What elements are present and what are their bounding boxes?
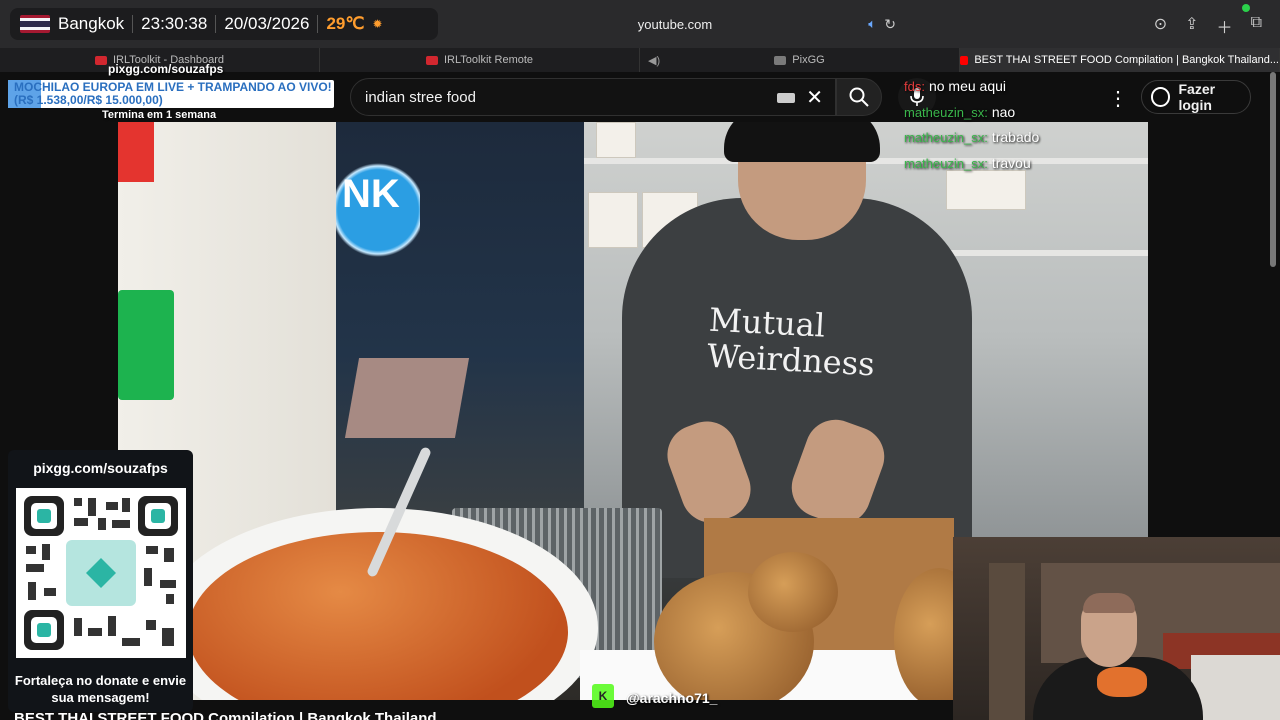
qr-code xyxy=(16,488,186,658)
address-text: youtube.com xyxy=(637,16,713,32)
pixgg-favicon-icon xyxy=(774,55,787,65)
more-options-icon[interactable]: ⋮ xyxy=(1108,86,1128,111)
camera-indicator-icon xyxy=(1242,4,1250,12)
tab-irltoolkit-remote[interactable]: IRLToolkit Remote xyxy=(320,48,640,72)
kick-logo-icon: K xyxy=(592,684,614,708)
video-title: BEST THAI STREET FOOD Compilation | Bang… xyxy=(14,710,437,720)
bed xyxy=(1191,655,1280,720)
close-icon[interactable]: ✕ xyxy=(806,85,823,110)
chat-message: fds: no meu aqui xyxy=(904,78,1104,104)
chair xyxy=(344,358,470,438)
tab-pixgg[interactable]: ◀) PixGG xyxy=(640,48,960,72)
shop-sign-text: NK xyxy=(342,172,400,216)
qr-url: pixgg.com/souzafps xyxy=(33,460,168,476)
keyboard-icon[interactable] xyxy=(777,93,795,103)
chat-user: matheuzin_sx: xyxy=(904,155,988,171)
speaker-icon[interactable]: ◀) xyxy=(648,54,660,67)
room-door xyxy=(989,563,1025,720)
search-button[interactable] xyxy=(836,78,882,116)
qr-caption: Fortaleça no donate e envie sua mensagem… xyxy=(14,673,187,705)
chat-overlay: fds: no meu aqui matheuzin_sx: nao matheuz… xyxy=(904,78,1104,180)
login-label: Fazer login xyxy=(1178,81,1216,113)
irltoolkit-favicon-icon xyxy=(425,55,438,65)
chat-text: no meu aqui xyxy=(928,78,1007,94)
shirt-line-2: Weirdness xyxy=(706,336,876,384)
fried-roll xyxy=(748,552,838,632)
grab-food-logo xyxy=(118,290,174,400)
search-icon xyxy=(849,87,869,107)
tab-label: IRLToolkit Remote xyxy=(443,54,534,66)
chat-text: nao xyxy=(991,103,1016,120)
vendor-hair xyxy=(724,122,880,162)
donation-goal-bar: MOCHILAO EUROPA EM LIVE + TRAMPANDO AO V… xyxy=(8,80,334,108)
irltoolkit-favicon-icon xyxy=(94,55,107,65)
chat-text: trabado xyxy=(991,129,1040,145)
tab-label: PixGG xyxy=(792,54,825,66)
chat-message: matheuzin_sx: travou xyxy=(904,155,1104,181)
share-icon[interactable]: ⇪ xyxy=(1185,14,1198,38)
account-icon xyxy=(1151,87,1171,107)
box xyxy=(588,192,638,248)
webcam-overlay xyxy=(953,537,1280,720)
hud-divider xyxy=(317,15,319,33)
tabs-overview-icon[interactable]: ⧉ xyxy=(1251,14,1262,38)
download-icon[interactable]: ⊙ xyxy=(1154,14,1167,38)
search-value: indian stree food xyxy=(365,88,476,106)
browser-toolbar: Bangkok 23:30:38 20/03/2026 29℃ ✹ youtub… xyxy=(0,0,1280,48)
new-tab-icon[interactable]: ＋ xyxy=(1217,14,1233,38)
browser-actions: ⊙ ⇪ ＋ ⧉ xyxy=(1154,14,1262,38)
page-scrollbar[interactable] xyxy=(1270,72,1276,267)
kick-handle: @arachno71_ xyxy=(626,690,718,706)
donation-url: pixgg.com/souzafps xyxy=(108,62,224,76)
donation-goal-end: Termina em 1 semana xyxy=(102,109,217,121)
hud-temperature: 29℃ xyxy=(326,14,365,33)
hud-time: 23:30:38 xyxy=(141,14,208,33)
streamer-shirt-print xyxy=(1097,667,1147,697)
donation-goal-title: MOCHILAO EUROPA EM LIVE + TRAMPANDO AO V… xyxy=(14,80,332,107)
chat-user: matheuzin_sx: xyxy=(904,104,988,120)
speaker-icon[interactable]: 🔈︎ xyxy=(868,16,876,32)
qr-code-graphic xyxy=(16,488,186,658)
hud-date: 20/03/2026 xyxy=(224,14,310,33)
login-button[interactable]: Fazer login xyxy=(1141,80,1251,114)
shop-sign: NK xyxy=(336,150,420,270)
thailand-flag-icon xyxy=(20,15,50,33)
shirt-print: Mutual Weirdness xyxy=(706,301,877,384)
reload-icon[interactable]: ↻ xyxy=(884,16,896,33)
screen: Bangkok 23:30:38 20/03/2026 29℃ ✹ youtub… xyxy=(0,0,1280,720)
youtube-favicon-icon xyxy=(960,55,969,65)
hud-divider xyxy=(132,15,134,33)
qr-donation-panel: pixgg.com/souzafps Fortaleça no donate e… xyxy=(8,450,193,712)
tab-label: BEST THAI STREET FOOD Compilation | Bang… xyxy=(974,54,1279,66)
food-delivery-logo xyxy=(118,122,154,182)
chat-user: fds: xyxy=(904,79,925,94)
chat-message: matheuzin_sx: trabado xyxy=(904,129,1104,155)
hud-divider xyxy=(215,15,217,33)
stream-hud: Bangkok 23:30:38 20/03/2026 29℃ ✹ xyxy=(10,8,438,40)
sun-icon: ✹ xyxy=(372,17,383,31)
hud-city: Bangkok xyxy=(58,14,125,33)
streamer-cap xyxy=(1083,593,1135,613)
chat-user: matheuzin_sx: xyxy=(904,130,988,145)
chat-message: matheuzin_sx: nao xyxy=(904,104,1104,130)
address-bar[interactable]: youtube.com 🔈︎ ↻ xyxy=(450,8,900,40)
tab-youtube-video[interactable]: BEST THAI STREET FOOD Compilation | Bang… xyxy=(960,48,1280,72)
chat-text: travou xyxy=(991,154,1031,171)
search-input[interactable]: indian stree food ✕ xyxy=(350,78,836,116)
box xyxy=(596,122,636,158)
